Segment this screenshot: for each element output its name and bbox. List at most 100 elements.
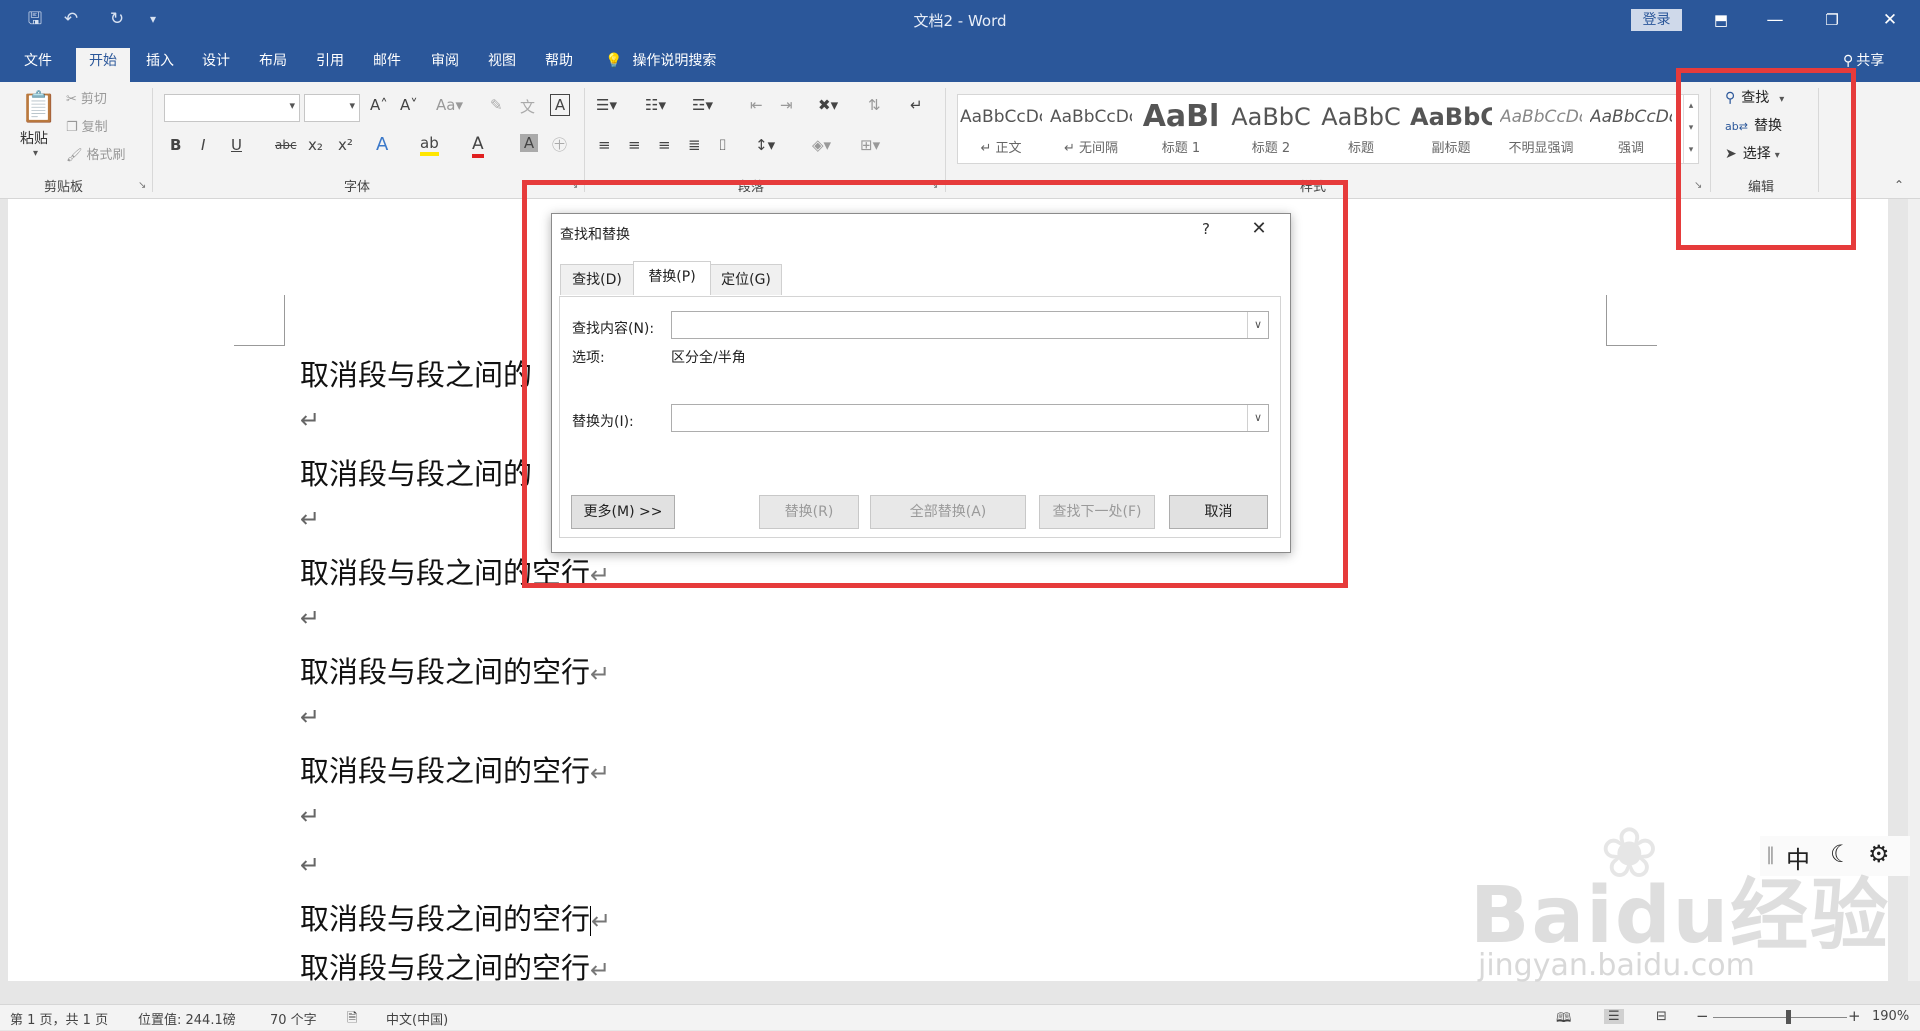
zoom-out-button[interactable]: − xyxy=(1696,1007,1709,1025)
zoom-in-button[interactable]: + xyxy=(1848,1007,1861,1025)
replace-all-button[interactable]: 全部替换(A) xyxy=(870,495,1026,529)
page-count[interactable]: 第 1 页，共 1 页 xyxy=(10,1009,108,1028)
tab-mailings[interactable]: 邮件 xyxy=(367,48,407,82)
style-normal[interactable]: AaBbCcDc ↵ 正文 xyxy=(960,101,1042,157)
login-button[interactable]: 登录 xyxy=(1631,9,1682,31)
format-painter-button[interactable]: 🖌 格式刷 xyxy=(66,144,126,163)
find-what-input[interactable]: ∨ xyxy=(671,311,1269,339)
paste-icon[interactable]: 📋 xyxy=(20,90,57,125)
tab-replace[interactable]: 替换(P) xyxy=(633,261,711,295)
chevron-down-icon[interactable]: ∨ xyxy=(1247,405,1268,431)
replace-with-input[interactable]: ∨ xyxy=(671,404,1269,432)
strikethrough-icon[interactable]: abc xyxy=(275,138,297,152)
tell-me-search[interactable]: 💡 操作说明搜索 xyxy=(605,48,716,74)
cancel-button[interactable]: 取消 xyxy=(1169,495,1268,529)
style-subtitle[interactable]: AaBbC 副标题 xyxy=(1410,101,1492,157)
increase-indent-icon[interactable]: ⇥ xyxy=(780,96,793,114)
numbering-icon[interactable]: ☷▾ xyxy=(645,96,666,114)
tab-design[interactable]: 设计 xyxy=(196,48,236,82)
paragraph[interactable]: 取消段与段之间的 xyxy=(300,451,532,493)
find-next-button[interactable]: 查找下一处(F) xyxy=(1039,495,1155,529)
print-layout-icon[interactable]: ☰ xyxy=(1604,1009,1624,1024)
find-button[interactable]: ⚲ 查找 ▾ xyxy=(1725,86,1784,110)
style-no-spacing[interactable]: AaBbCcDc ↵ 无间隔 xyxy=(1050,101,1132,157)
chevron-down-icon[interactable]: ∨ xyxy=(1247,312,1268,338)
paragraph[interactable]: 取消段与段之间的空行↵ xyxy=(300,945,610,987)
proofing-icon[interactable]: 🗎 xyxy=(347,1009,357,1031)
paragraph-launcher-icon[interactable]: ↘ xyxy=(930,180,938,191)
subscript-icon[interactable]: x₂ xyxy=(308,136,323,154)
replace-button[interactable]: 替换(R) xyxy=(759,495,859,529)
collapse-ribbon-icon[interactable]: ⌃ xyxy=(1894,178,1904,192)
paragraph[interactable]: 取消段与段之间的空行↵ xyxy=(300,896,611,938)
char-shading-icon[interactable]: A xyxy=(520,134,538,152)
paste-button[interactable]: 粘贴 xyxy=(20,128,48,148)
help-icon[interactable]: ? xyxy=(1196,220,1216,242)
minimize-icon[interactable]: — xyxy=(1760,6,1790,34)
style-emphasis[interactable]: AaBbCcDc 强调 xyxy=(1590,101,1672,157)
align-center-icon[interactable]: ≡ xyxy=(628,136,641,154)
tab-goto[interactable]: 定位(G) xyxy=(710,264,782,295)
show-marks-icon[interactable]: ↵ xyxy=(910,96,923,114)
paragraph[interactable]: 取消段与段之间的空行↵ xyxy=(300,550,610,592)
justify-icon[interactable]: ≣ xyxy=(688,136,701,154)
clipboard-launcher-icon[interactable]: ↘ xyxy=(138,180,146,191)
read-mode-icon[interactable]: 🕮 xyxy=(1556,1009,1571,1031)
italic-icon[interactable]: I xyxy=(201,136,205,154)
style-heading-2[interactable]: AaBbC 标题 2 xyxy=(1230,101,1312,157)
cut-button[interactable]: ✂ 剪切 xyxy=(66,88,107,107)
font-color-icon[interactable]: A xyxy=(472,134,484,158)
zoom-slider-thumb[interactable] xyxy=(1786,1010,1791,1024)
underline-icon[interactable]: U xyxy=(231,136,242,154)
bullets-icon[interactable]: ☰▾ xyxy=(596,96,617,114)
tab-help[interactable]: 帮助 xyxy=(539,48,579,82)
highlight-icon[interactable]: ab xyxy=(420,134,439,156)
paste-dropdown-icon[interactable]: ▾ xyxy=(33,148,38,159)
style-subtle-emphasis[interactable]: AaBbCcDc 不明显强调 xyxy=(1500,101,1582,157)
tab-layout[interactable]: 布局 xyxy=(253,48,293,82)
distributed-icon[interactable]: ⌷ xyxy=(718,136,727,154)
styles-launcher-icon[interactable]: ↘ xyxy=(1694,180,1702,191)
style-title[interactable]: AaBbC 标题 xyxy=(1320,101,1402,157)
select-button[interactable]: ➤ 选择 ▾ xyxy=(1725,142,1780,166)
share-button[interactable]: ⚲ 共享 xyxy=(1843,48,1884,74)
font-launcher-icon[interactable]: ↘ xyxy=(570,180,578,191)
tab-find[interactable]: 查找(D) xyxy=(560,264,634,295)
tab-file[interactable]: 文件 xyxy=(18,48,58,82)
shading-icon[interactable]: ◈▾ xyxy=(812,136,831,154)
font-size-combo[interactable]: ▾ xyxy=(304,94,360,122)
paragraph[interactable]: 取消段与段之间的空行↵ xyxy=(300,748,610,790)
tab-view[interactable]: 视图 xyxy=(482,48,522,82)
change-case-icon[interactable]: Aa▾ xyxy=(436,96,463,114)
clear-format-icon[interactable]: ✎ xyxy=(490,96,503,114)
align-right-icon[interactable]: ≡ xyxy=(658,136,671,154)
multilevel-icon[interactable]: ☲▾ xyxy=(692,96,713,114)
align-left-icon[interactable]: ≡ xyxy=(598,136,611,154)
gallery-scroll[interactable]: ▴ ▾ ▾ xyxy=(1683,95,1698,163)
decrease-indent-icon[interactable]: ⇤ xyxy=(750,96,763,114)
restore-icon[interactable]: ❐ xyxy=(1817,6,1847,34)
paragraph[interactable]: 取消段与段之间的空行↵ xyxy=(300,649,610,691)
shrink-font-icon[interactable]: A˅ xyxy=(400,96,418,114)
bold-icon[interactable]: B xyxy=(170,136,181,154)
chinese-layout-icon[interactable]: ✖▾ xyxy=(818,96,838,114)
web-layout-icon[interactable]: ⊟ xyxy=(1656,1009,1667,1024)
tab-home[interactable]: 开始 xyxy=(76,48,130,82)
tab-review[interactable]: 审阅 xyxy=(425,48,465,82)
ribbon-display-icon[interactable]: ⬒ xyxy=(1706,6,1736,34)
tab-insert[interactable]: 插入 xyxy=(140,48,180,82)
paragraph[interactable]: 取消段与段之间的 xyxy=(300,352,532,394)
zoom-level[interactable]: 190% xyxy=(1872,1009,1909,1024)
sort-icon[interactable]: ⇅ xyxy=(868,96,881,114)
replace-button[interactable]: ab⇄ 替换 xyxy=(1725,114,1782,138)
superscript-icon[interactable]: x² xyxy=(338,136,353,154)
styles-gallery[interactable]: AaBbCcDc ↵ 正文 AaBbCcDc ↵ 无间隔 AaBl 标题 1 AaBb… xyxy=(957,94,1699,164)
line-spacing-icon[interactable]: ↕▾ xyxy=(755,136,775,154)
char-border-icon[interactable]: A xyxy=(550,94,570,116)
grow-font-icon[interactable]: A˄ xyxy=(370,96,388,114)
position-value[interactable]: 位置值: 244.1磅 xyxy=(138,1009,236,1028)
borders-icon[interactable]: ⊞▾ xyxy=(860,136,880,154)
zoom-slider[interactable] xyxy=(1713,1017,1847,1018)
phonetic-icon[interactable]: 文 xyxy=(520,96,535,117)
style-heading-1[interactable]: AaBl 标题 1 xyxy=(1140,101,1222,157)
